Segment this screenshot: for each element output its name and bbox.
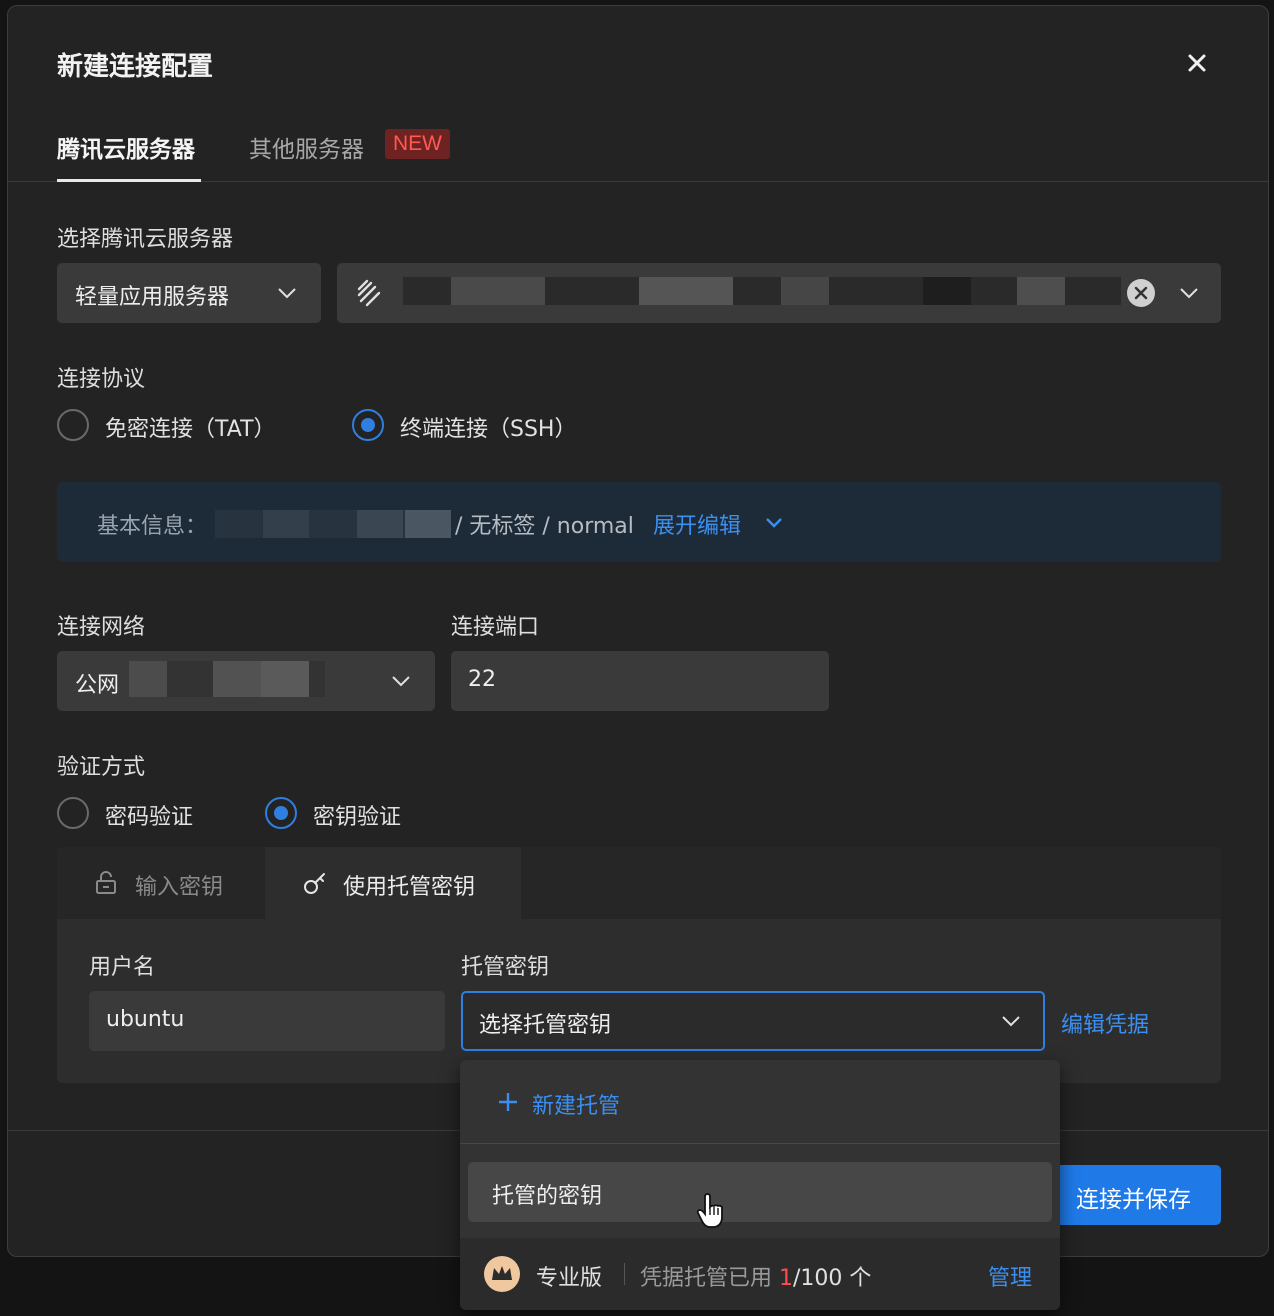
connect-save-label: 连接并保存 [1076,1187,1191,1213]
close-icon[interactable] [1183,49,1211,77]
subtab-managed-key[interactable]: 使用托管密钥 [265,847,521,919]
clear-icon[interactable] [1126,278,1156,308]
server-label: 选择腾讯云服务器 [57,227,234,252]
network-value: 公网 [75,673,120,698]
crown-icon [484,1256,520,1292]
plus-icon [499,1093,517,1111]
chevron-down-icon [1180,288,1198,299]
radio-ssh[interactable] [352,409,384,441]
tab-active-indicator [57,179,201,182]
dropdown-option-managed-key[interactable]: 托管的密钥 [468,1162,1052,1222]
footer-separator [624,1263,625,1285]
basic-info-label: 基本信息： [97,514,208,539]
new-managed-key-option[interactable]: 新建托管 [460,1060,1060,1144]
chevron-down-icon[interactable] [765,517,783,528]
username-value: ubuntu [106,1007,185,1032]
dropdown-option-label: 托管的密钥 [492,1184,603,1209]
radio-password[interactable] [57,797,89,829]
port-input[interactable]: 22 [451,651,829,711]
connect-save-button[interactable]: 连接并保存 [1048,1165,1221,1225]
tab-tencent-cloud[interactable]: 腾讯云服务器 [57,130,195,164]
chevron-down-icon [1002,1016,1020,1027]
redacted-info [215,510,451,538]
server-type-select[interactable]: 轻量应用服务器 [57,263,321,323]
new-badge: NEW [385,129,450,159]
username-input[interactable]: ubuntu [89,991,445,1051]
protocol-label: 连接协议 [57,367,146,392]
server-type-value: 轻量应用服务器 [75,285,230,310]
usage-used: 1 [779,1266,794,1291]
server-tabs: 腾讯云服务器 其他服务器 NEW [8,112,1268,182]
network-label: 连接网络 [57,615,146,640]
subtab-managed-key-label: 使用托管密钥 [343,875,476,900]
usage-prefix-text: 凭据托管已用 [640,1266,773,1291]
lighthouse-icon [357,279,381,307]
radio-key[interactable] [265,797,297,829]
edit-credentials-link[interactable]: 编辑凭据 [1061,1007,1149,1039]
port-value: 22 [468,667,496,692]
server-instance-select[interactable] [337,263,1221,323]
hand-cursor-icon [696,1193,723,1228]
dialog-title: 新建连接配置 [57,52,214,82]
redacted-ip [129,661,325,697]
lock-icon [96,871,116,894]
radio-tat[interactable] [57,409,89,441]
usage-rest: /100 个 [793,1266,872,1291]
chevron-down-icon [392,676,410,687]
basic-info-bar: 基本信息： / 无标签 / normal 展开编辑 [57,482,1221,562]
manage-link[interactable]: 管理 [988,1260,1032,1292]
expand-edit-link[interactable]: 展开编辑 [653,508,741,540]
radio-tat-label[interactable]: 免密连接（TAT） [105,411,276,443]
network-select[interactable]: 公网 [57,651,435,711]
managed-key-select[interactable]: 选择托管密钥 [461,991,1045,1051]
usage-prefix: 凭据托管已用 1/100 个 [640,1260,871,1292]
subtab-input-key-label: 输入密钥 [135,875,224,900]
managed-key-label: 托管密钥 [461,955,550,980]
plan-label: 专业版 [536,1266,603,1291]
key-icon [304,873,325,894]
radio-key-label[interactable]: 密钥验证 [313,799,401,831]
port-label: 连接端口 [451,615,540,640]
managed-key-placeholder: 选择托管密钥 [479,1013,612,1038]
radio-ssh-label[interactable]: 终端连接（SSH） [400,411,576,443]
chevron-down-icon [278,288,296,299]
auth-label: 验证方式 [57,755,146,780]
auth-subtabs: 输入密钥 使用托管密钥 [57,847,1221,919]
username-label: 用户名 [89,955,156,980]
managed-key-dropdown: 新建托管 托管的密钥 专业版 凭据托管已用 1/100 个 管理 [460,1060,1060,1310]
basic-info-tail: / 无标签 / normal [455,514,634,539]
dropdown-footer: 专业版 凭据托管已用 1/100 个 管理 [460,1238,1060,1310]
radio-password-label[interactable]: 密码验证 [105,799,193,831]
redacted-instance [403,277,1121,305]
tab-other-servers[interactable]: 其他服务器 [249,130,364,164]
subtab-input-key[interactable]: 输入密钥 [57,847,265,919]
new-managed-key-label: 新建托管 [532,1094,621,1119]
